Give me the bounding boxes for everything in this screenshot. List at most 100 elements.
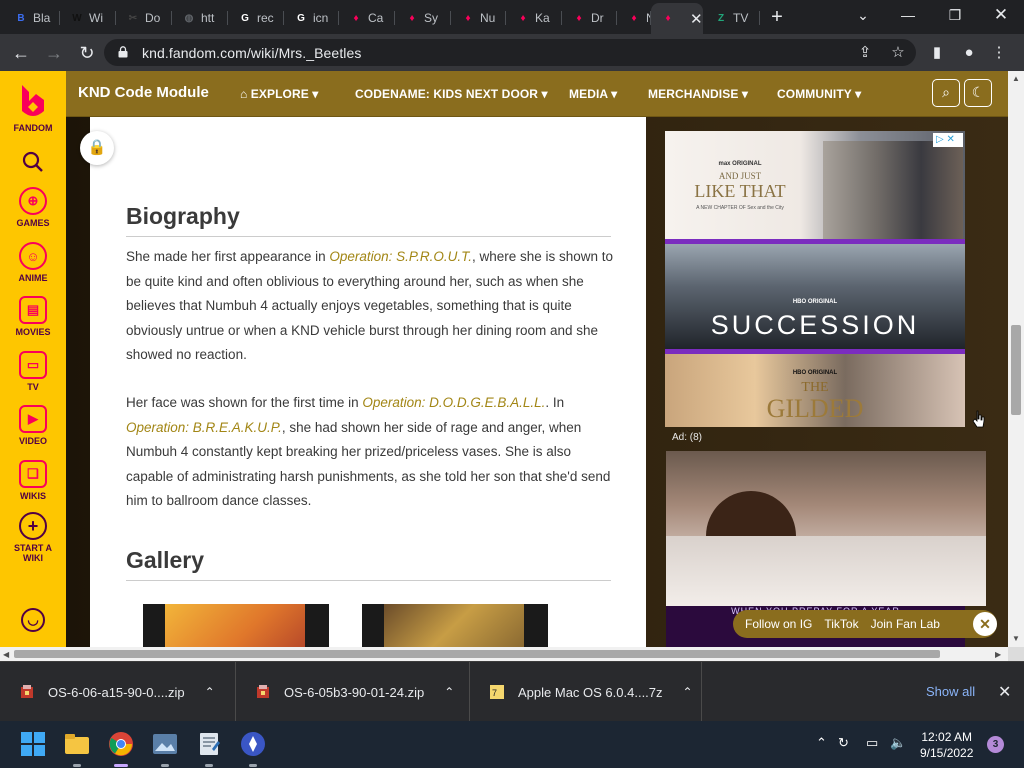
back-button[interactable]: ← [9, 41, 33, 65]
network-icon[interactable]: ▭ [866, 735, 878, 751]
gallery-image-1[interactable] [143, 604, 329, 647]
chevron-up-icon[interactable]: ⌃ [205, 685, 215, 699]
ad-title-3b: GILDED [766, 394, 864, 423]
ad-band-succession: HBO ORIGINAL SUCCESSION [665, 244, 965, 349]
fandom-logo-link[interactable]: FANDOM [0, 81, 66, 133]
ad-hbo-max[interactable]: max ORIGINAL AND JUST LIKE THAT A NEW CH… [665, 131, 965, 427]
rail-item-wikis[interactable]: ❑ WIKIS [0, 460, 66, 501]
minimize-button[interactable]: — [894, 4, 922, 26]
link-operation-breakup[interactable]: Operation: B.R.E.A.K.U.P. [126, 420, 282, 435]
new-tab-button[interactable]: + [766, 6, 788, 28]
side-panel-icon[interactable]: ▮ [926, 42, 948, 64]
rail-item-movies[interactable]: ▤ MOVIES [0, 296, 66, 337]
chevron-up-icon[interactable]: ⌃ [683, 685, 693, 699]
horizontal-scrollbar[interactable]: ◀ ▶ [0, 647, 1008, 661]
tab[interactable]: Gicn [284, 4, 339, 32]
forward-button[interactable]: → [42, 41, 66, 65]
scroll-down-arrow-icon[interactable]: ▼ [1012, 634, 1020, 643]
scroll-up-arrow-icon[interactable]: ▲ [1012, 74, 1020, 83]
download-item[interactable]: OS-6-05b3-90-01-24.zip ⌃ [236, 662, 470, 722]
social-bar-close-button[interactable]: ✕ [973, 612, 997, 636]
join-fan-lab-link[interactable]: Join Fan Lab [871, 617, 940, 631]
close-tab-icon[interactable]: ✕ [690, 10, 703, 28]
ad-choices-icon[interactable]: ▷ ✕ [933, 133, 963, 147]
rail-item-label: START A WIKI [14, 543, 52, 563]
rail-item-video[interactable]: ▶ VIDEO [0, 405, 66, 446]
chevron-up-icon[interactable]: ⌃ [444, 685, 454, 699]
tab-favicon-icon: G [297, 12, 305, 24]
file-explorer-icon[interactable] [64, 731, 90, 757]
ad-subtitle-1: A NEW CHAPTER OF Sex and the City [696, 205, 784, 211]
wiki-search-button[interactable]: ⌕ [932, 79, 960, 107]
nav-codename[interactable]: CODENAME: KIDS NEXT DOOR ▾ [355, 87, 548, 101]
rail-item-anime[interactable]: ☺ ANIME [0, 242, 66, 283]
tab[interactable]: ◍ htt [172, 4, 228, 32]
svg-text:7: 7 [492, 688, 497, 698]
tab[interactable]: ♦Nu [451, 4, 506, 32]
system-clock[interactable]: 12:02 AM 9/15/2022 [920, 729, 973, 761]
profile-icon[interactable]: ● [958, 42, 980, 64]
tab[interactable]: W Wi [60, 4, 116, 32]
app-emulator-icon[interactable] [240, 731, 266, 757]
rail-item-start-wiki[interactable]: + START A WIKI [0, 512, 66, 563]
tab[interactable]: ♦ Sy [395, 4, 451, 32]
tab[interactable]: ♦ Ka [506, 4, 562, 32]
close-window-button[interactable]: ✕ [987, 4, 1015, 26]
rail-item-tv[interactable]: ▭ TV [0, 351, 66, 392]
tab[interactable]: ♦ Ca [339, 4, 395, 32]
tab[interactable]: ✂ Do [116, 4, 172, 32]
address-bar[interactable]: knd.fandom.com/wiki/Mrs._Beetles ⇪ ☆ [104, 39, 916, 66]
nav-explore[interactable]: ⌂ EXPLORE ▾ [240, 87, 318, 101]
tab-search-chevron-icon[interactable]: ⌄ [849, 4, 877, 26]
horizontal-scroll-thumb[interactable] [14, 650, 940, 658]
rail-search[interactable] [0, 151, 66, 175]
reload-button[interactable]: ↻ [75, 41, 99, 65]
ad-video[interactable] [666, 451, 986, 606]
notification-badge[interactable]: 3 [987, 736, 1004, 753]
nav-community-label: COMMUNITY [777, 87, 852, 101]
gallery-image-2[interactable] [362, 604, 548, 647]
scroll-right-arrow-icon[interactable]: ▶ [995, 650, 1001, 659]
bookmark-star-icon[interactable]: ☆ [888, 43, 908, 63]
tab-favicon-icon: ♦ [520, 12, 526, 24]
tab-active[interactable]: ♦ ✕ [651, 3, 703, 34]
download-item[interactable]: 7 Apple Mac OS 6.0.4....7z ⌃ [470, 662, 702, 722]
follow-ig-link[interactable]: Follow on IG [745, 617, 812, 631]
restore-button[interactable]: ❐ [941, 4, 969, 26]
tray-overflow-chevron-icon[interactable]: ⌃ [816, 735, 827, 751]
show-all-downloads-button[interactable]: Show all [926, 684, 975, 699]
scroll-left-arrow-icon[interactable]: ◀ [3, 650, 9, 659]
rail-item-games[interactable]: ⊕ GAMES [0, 187, 66, 228]
link-operation-dodgeball[interactable]: Operation: D.O.D.G.E.B.A.L.L. [362, 395, 545, 410]
nav-merchandise[interactable]: MERCHANDISE ▾ [648, 87, 748, 101]
rail-item-label: TV [27, 382, 39, 392]
vertical-scroll-thumb[interactable] [1011, 325, 1021, 415]
theme-toggle-button[interactable]: ☾ [964, 79, 992, 107]
vertical-scrollbar[interactable]: ▲ ▼ [1008, 71, 1024, 647]
share-icon[interactable]: ⇪ [855, 43, 875, 63]
link-operation-sprout[interactable]: Operation: S.P.R.O.U.T. [329, 249, 472, 264]
notepad-app-icon[interactable] [196, 731, 222, 757]
nav-media[interactable]: MEDIA ▾ [569, 87, 617, 101]
tab[interactable]: Z TV [704, 4, 760, 32]
tab-favicon-icon: ♦ [631, 12, 637, 24]
tiktok-link[interactable]: TikTok [824, 617, 858, 631]
sync-icon[interactable]: ↻ [838, 735, 849, 751]
tab[interactable]: B Bla [4, 4, 60, 32]
tab[interactable]: ♦Nu [617, 4, 651, 32]
photos-app-icon[interactable] [152, 731, 178, 757]
wiki-name-link[interactable]: KND Code Module [78, 84, 209, 101]
windows-start-icon[interactable] [20, 731, 46, 757]
tab[interactable]: ♦ Dr [562, 4, 617, 32]
tab[interactable]: Grec [228, 4, 284, 32]
download-item[interactable]: OS-6-06-a15-90-0....zip ⌃ [0, 662, 236, 722]
close-download-shelf-button[interactable]: ✕ [998, 682, 1011, 702]
text: , where she is shown to be quite kind an… [126, 249, 614, 362]
page-tools-button[interactable]: 🔒 [80, 131, 114, 165]
chrome-icon[interactable] [108, 731, 134, 757]
menu-kebab-icon[interactable]: ⋮ [988, 42, 1010, 64]
rail-user-account[interactable]: ◡ [0, 608, 66, 635]
tab-label: Bla [33, 11, 51, 25]
nav-community[interactable]: COMMUNITY ▾ [777, 87, 861, 101]
volume-icon[interactable]: 🔈 [890, 735, 906, 751]
